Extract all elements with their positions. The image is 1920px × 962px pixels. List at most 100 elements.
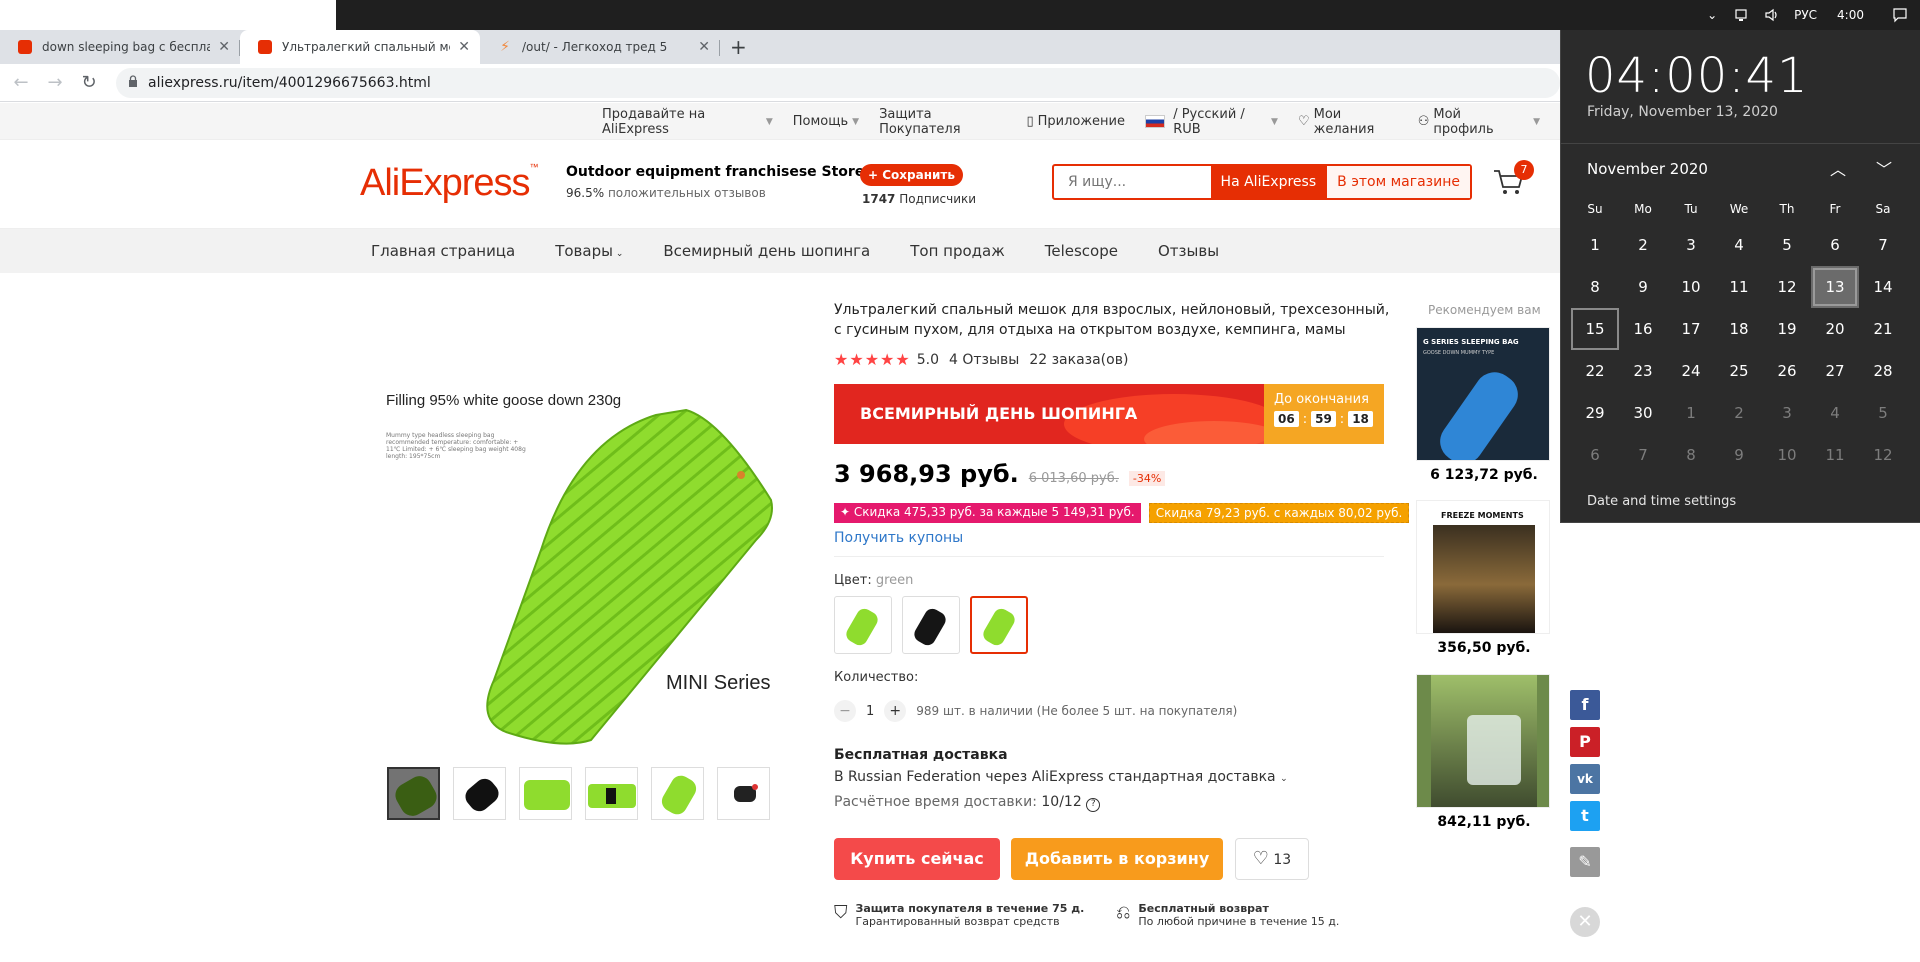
calendar-day[interactable]: 5 — [1859, 392, 1907, 434]
search-input[interactable] — [1054, 166, 1211, 198]
close-icon[interactable]: ✕ — [458, 39, 470, 55]
calendar-day[interactable]: 22 — [1571, 350, 1619, 392]
calendar-day[interactable]: 18 — [1715, 308, 1763, 350]
tray-clock[interactable]: 4:00 — [1837, 8, 1864, 22]
reviews-link[interactable]: 4 Отзывы — [949, 352, 1019, 368]
product-main-image[interactable]: Filling 95% white goose down 230g Mummy … — [376, 380, 776, 750]
calendar-month[interactable]: November 2020 — [1587, 160, 1708, 178]
flyout-date[interactable]: Friday, November 13, 2020 — [1587, 104, 1778, 120]
wishlist-button[interactable]: ♡ 13 — [1235, 838, 1309, 880]
facebook-icon[interactable]: f — [1570, 690, 1600, 720]
calendar-day[interactable]: 14 — [1859, 266, 1907, 308]
recommended-item[interactable]: 842,11 руб. — [1416, 674, 1552, 830]
search-aliexpress-button[interactable]: На AliExpress — [1210, 166, 1327, 198]
buyer-protection-link[interactable]: Защита Покупателя — [879, 107, 1006, 137]
nav-reviews[interactable]: Отзывы — [1158, 242, 1219, 260]
calendar-day[interactable]: 21 — [1859, 308, 1907, 350]
nav-products[interactable]: Товары ⌄ — [555, 242, 623, 260]
thumbnail[interactable] — [519, 767, 572, 820]
calendar-day[interactable]: 12 — [1859, 434, 1907, 476]
calendar-day[interactable]: 28 — [1859, 350, 1907, 392]
color-swatch-black[interactable] — [902, 596, 960, 654]
notification-icon[interactable] — [1892, 7, 1908, 23]
recommended-item[interactable]: G SERIES SLEEPING BAG GOOSE DOWN MUMMY T… — [1416, 327, 1552, 483]
app-link[interactable]: ▯ Приложение — [1026, 114, 1125, 129]
increase-button[interactable]: + — [884, 700, 907, 722]
back-icon[interactable]: ← — [4, 66, 38, 100]
calendar-day[interactable]: 6 — [1811, 224, 1859, 266]
store-name[interactable]: Outdoor equipment franchisese Store ▼ — [566, 164, 876, 180]
calendar-day[interactable]: 8 — [1667, 434, 1715, 476]
chevron-up-icon[interactable]: ⌄ — [1704, 7, 1720, 23]
calendar-day[interactable]: 3 — [1667, 224, 1715, 266]
help-link[interactable]: Помощь ▼ — [793, 114, 859, 129]
new-tab-button[interactable]: + — [730, 30, 747, 64]
vk-icon[interactable]: vk — [1570, 764, 1600, 794]
nav-home[interactable]: Главная страница — [371, 242, 515, 260]
sell-link[interactable]: Продавайте на AliExpress ▼ — [602, 107, 773, 137]
wishlist-link[interactable]: ♡ Мои желания — [1298, 107, 1398, 137]
recommended-item[interactable]: FREEZE MOMENTS 356,50 руб. — [1416, 500, 1552, 656]
calendar-day[interactable]: 2 — [1715, 392, 1763, 434]
browser-tab[interactable]: down sleeping bag с бесплатной ✕ — [0, 30, 240, 64]
calendar-day[interactable]: 20 — [1811, 308, 1859, 350]
calendar-day[interactable]: 13 — [1811, 266, 1859, 308]
calendar-day[interactable]: 30 — [1619, 392, 1667, 434]
thumbnail[interactable] — [585, 767, 638, 820]
calendar-day[interactable]: 5 — [1763, 224, 1811, 266]
shipping-method[interactable]: В Russian Federation через AliExpress ст… — [834, 769, 1288, 785]
store-coupon[interactable]: ✦ Скидка 475,33 руб. за каждые 5 149,31 … — [834, 503, 1141, 523]
calendar-day[interactable]: 26 — [1763, 350, 1811, 392]
promo-banner[interactable]: ВСЕМИРНЫЙ ДЕНЬ ШОПИНГА До окончания 06: … — [834, 384, 1384, 444]
add-to-cart-button[interactable]: Добавить в корзину — [1011, 838, 1223, 880]
nav-top-sales[interactable]: Топ продаж — [910, 242, 1005, 260]
nav-shopping-day[interactable]: Всемирный день шопинга — [663, 242, 870, 260]
speaker-icon[interactable] — [1764, 7, 1780, 23]
chevron-up-icon[interactable]: ︿ — [1830, 156, 1846, 180]
buy-now-button[interactable]: Купить сейчас — [834, 838, 1000, 880]
locale-link[interactable]: / Русский / RUB ▼ — [1145, 107, 1278, 137]
calendar-day[interactable]: 10 — [1763, 434, 1811, 476]
calendar-day[interactable]: 9 — [1715, 434, 1763, 476]
calendar-day[interactable]: 4 — [1811, 392, 1859, 434]
calendar-day[interactable]: 25 — [1715, 350, 1763, 392]
chevron-down-icon[interactable]: ﹀ — [1876, 156, 1892, 180]
color-swatch-green-selected[interactable] — [970, 596, 1028, 654]
address-bar[interactable]: aliexpress.ru/item/4001296675663.html — [116, 67, 1560, 98]
thumbnail[interactable] — [651, 767, 704, 820]
calendar-day[interactable]: 7 — [1619, 434, 1667, 476]
follow-store-button[interactable]: + Сохранить — [860, 164, 963, 186]
calendar-day[interactable]: 23 — [1619, 350, 1667, 392]
calendar-day[interactable]: 29 — [1571, 392, 1619, 434]
close-icon[interactable]: ✕ — [698, 39, 710, 55]
calendar-day[interactable]: 8 — [1571, 266, 1619, 308]
calendar-day[interactable]: 11 — [1715, 266, 1763, 308]
calendar-day[interactable]: 6 — [1571, 434, 1619, 476]
thumbnail[interactable] — [717, 767, 770, 820]
language-indicator[interactable]: РУС — [1794, 8, 1817, 22]
calendar-day[interactable]: 27 — [1811, 350, 1859, 392]
browser-tab-active[interactable]: Ультралегкий спальный мешок ✕ — [240, 30, 480, 64]
thumbnail[interactable] — [453, 767, 506, 820]
calendar-day[interactable]: 4 — [1715, 224, 1763, 266]
calendar-day[interactable]: 11 — [1811, 434, 1859, 476]
calendar-day[interactable]: 1 — [1667, 392, 1715, 434]
decrease-button[interactable]: − — [834, 700, 856, 722]
thumbnail[interactable] — [387, 767, 440, 820]
quantity-value[interactable]: 1 — [866, 704, 874, 719]
get-coupons-link[interactable]: Получить купоны — [834, 530, 963, 546]
reload-icon[interactable]: ↻ — [72, 66, 106, 100]
calendar-day[interactable]: 10 — [1667, 266, 1715, 308]
pinterest-icon[interactable]: P — [1570, 727, 1600, 757]
calendar-day[interactable]: 9 — [1619, 266, 1667, 308]
calendar-day[interactable]: 16 — [1619, 308, 1667, 350]
calendar-day[interactable]: 24 — [1667, 350, 1715, 392]
date-time-settings-link[interactable]: Date and time settings — [1587, 494, 1736, 509]
search-store-button[interactable]: В этом магазине — [1326, 166, 1470, 198]
forward-icon[interactable]: → — [38, 66, 72, 100]
calendar-day[interactable]: 3 — [1763, 392, 1811, 434]
calendar-day[interactable]: 2 — [1619, 224, 1667, 266]
calendar-day[interactable]: 12 — [1763, 266, 1811, 308]
select-coupon[interactable]: Скидка 79,23 руб. с каждых 80,02 руб. — [1148, 503, 1410, 523]
twitter-icon[interactable]: t — [1570, 801, 1600, 831]
